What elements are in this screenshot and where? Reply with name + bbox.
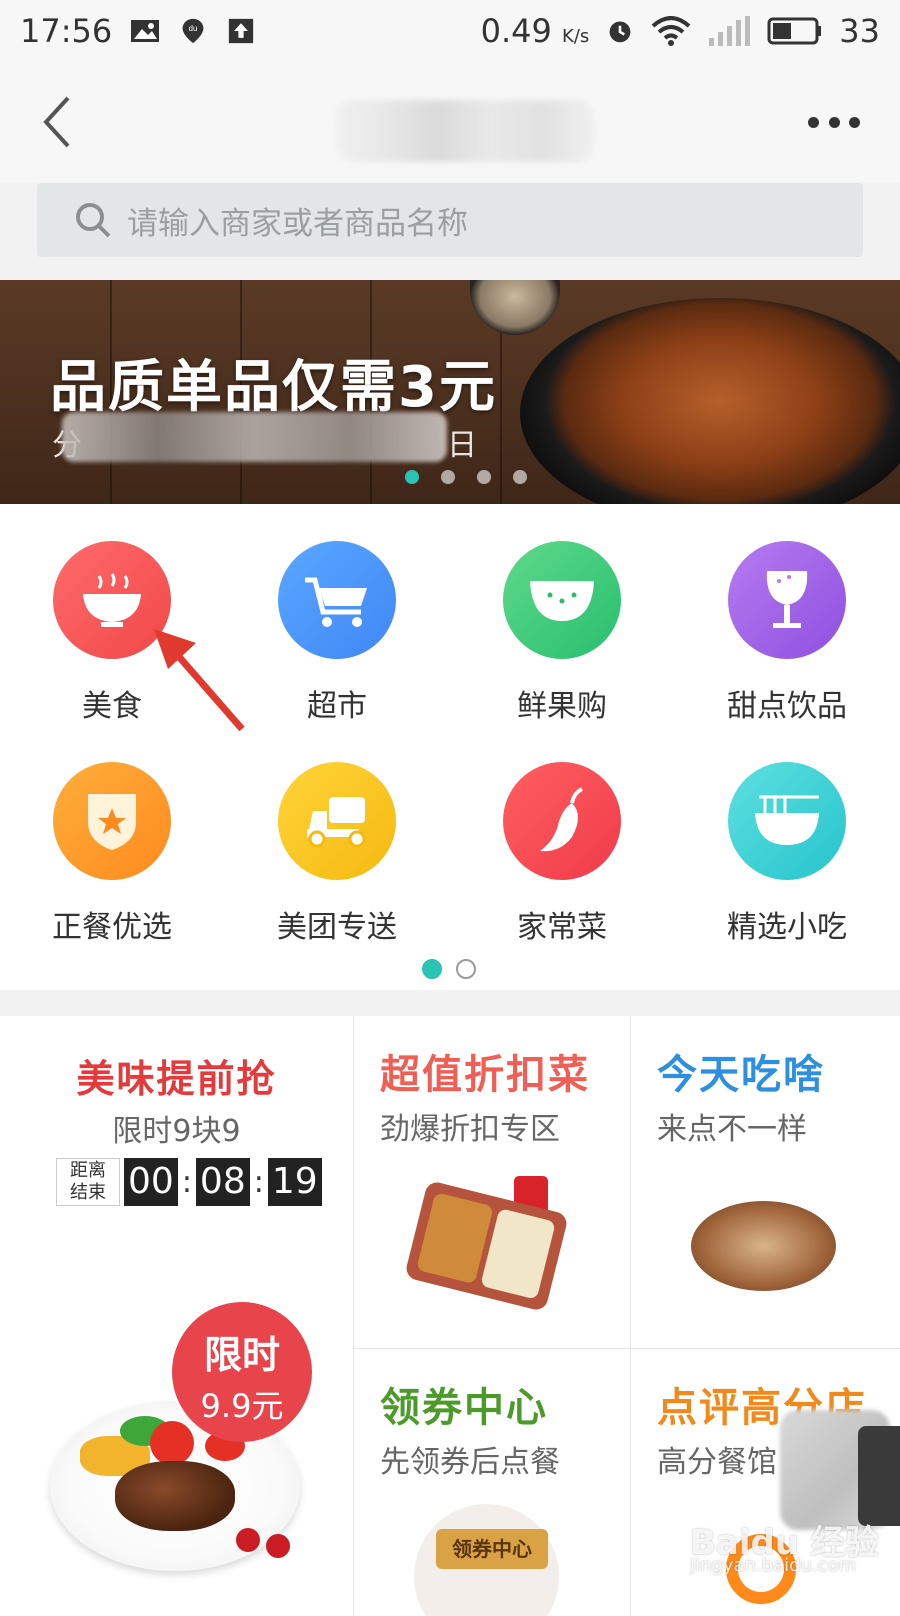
banner-pager-dot[interactable] (477, 470, 491, 484)
category-homestyle[interactable]: 家常菜 (452, 725, 672, 945)
cherry-image (266, 1534, 290, 1558)
chili-icon (540, 787, 583, 852)
bowl-icon (83, 573, 141, 627)
noodle-bowl-icon (755, 795, 819, 845)
category-label: 家常菜 (517, 910, 607, 945)
category-fruit[interactable]: 鲜果购 (452, 504, 672, 724)
cherry-image (236, 1528, 260, 1552)
tomato-image (150, 1421, 194, 1465)
countdown-separator: : (181, 1164, 192, 1200)
coupon-subtitle: 先领券后点餐 (380, 1445, 560, 1480)
search-icon (76, 203, 111, 238)
countdown-seconds: 19 (267, 1158, 322, 1206)
image-icon (131, 20, 160, 42)
countdown-label: 距离 结束 (56, 1158, 120, 1206)
today-eat-card[interactable]: 今天吃啥 来点不一样 (631, 1016, 900, 1348)
search-bar[interactable]: 请输入商家或者商品名称 (37, 183, 863, 257)
category-label: 鲜果购 (517, 689, 607, 724)
category-label: 超市 (307, 689, 367, 724)
category-icon-circle (728, 541, 846, 659)
category-icon-circle (278, 762, 396, 880)
watermelon-icon (530, 581, 594, 621)
today-title: 今天吃啥 (657, 1052, 825, 1098)
price-badge: 限时 9.9元 (172, 1302, 312, 1442)
back-button[interactable] (36, 92, 86, 152)
category-label: 精选小吃 (727, 910, 847, 945)
category-icon-circle (53, 762, 171, 880)
baidu-map-pin-icon: du (182, 18, 204, 44)
alarm-icon (609, 21, 631, 43)
scooter-icon (307, 797, 366, 848)
today-subtitle: 来点不一样 (657, 1112, 807, 1147)
category-icon-circle (503, 762, 621, 880)
coupon-tag: 领券中心 (436, 1529, 548, 1569)
discount-dishes-card[interactable]: 超值折扣菜 劲爆折扣专区 (354, 1016, 630, 1348)
flash-sale-title: 美味提前抢 (76, 1057, 277, 1101)
more-dot (849, 116, 860, 128)
annotation-arrow-icon (154, 629, 245, 732)
watermark-url: jingyan.baidu.com (690, 1555, 857, 1576)
star-shield-icon (88, 794, 136, 850)
coupon-title: 领券中心 (380, 1385, 548, 1431)
category-icon-circle (728, 762, 846, 880)
countdown-minutes: 08 (195, 1158, 250, 1206)
category-pager-dot[interactable] (422, 959, 442, 979)
rated-subtitle: 高分餐馆 (657, 1445, 777, 1480)
battery-icon (767, 17, 822, 45)
category-pager (422, 959, 476, 979)
svg-text:du: du (189, 24, 198, 33)
discount-title: 超值折扣菜 (380, 1052, 590, 1098)
banner-subtitle-redacted (62, 412, 447, 462)
coupon-center-card[interactable]: 领券中心 先领券后点餐 领券中心 (354, 1349, 630, 1616)
category-grid: 美食 超市 鲜果购 甜点饮品 正餐优选 美团专送 家常菜 精选小吃 (0, 504, 900, 990)
category-label: 正餐优选 (52, 910, 172, 945)
promo-banner[interactable]: 品质单品仅需3元 分 日 (0, 280, 900, 504)
battery-level: 33 (839, 12, 880, 50)
wine-glass-icon (766, 571, 808, 628)
cart-icon (305, 577, 367, 627)
banner-subtitle-end: 日 (447, 428, 477, 463)
nav-bar (0, 62, 900, 182)
network-speed: 0.49 K/s (480, 12, 590, 50)
status-time: 17:56 (20, 12, 113, 50)
discount-subtitle: 劲爆折扣专区 (380, 1112, 560, 1147)
countdown-hours: 00 (124, 1158, 178, 1206)
banner-title: 品质单品仅需3元 (50, 355, 497, 420)
claypot-dish-image (520, 298, 900, 504)
countdown-timer: 距离 结束 00 : 08 : 19 (56, 1158, 322, 1206)
food-platter-image (691, 1201, 836, 1291)
category-pager-dot[interactable] (456, 959, 476, 979)
category-meal[interactable]: 正餐优选 (2, 725, 222, 945)
banner-pager-dot[interactable] (441, 470, 455, 484)
flash-sale-subtitle: 限时9块9 (112, 1114, 241, 1149)
category-icon-circle (278, 541, 396, 659)
flash-sale-card[interactable]: 美味提前抢 限时9块9 距离 结束 00 : 08 : 19 限时 9.9元 (0, 1016, 353, 1600)
status-bar: 17:56 du 0.49 K/s 33 (0, 0, 900, 62)
floating-tab[interactable] (858, 1426, 900, 1526)
banner-pager-dot[interactable] (405, 470, 419, 484)
side-dish-image (470, 280, 560, 335)
category-label: 美团专送 (277, 910, 397, 945)
wifi-icon (651, 16, 691, 46)
more-button[interactable] (808, 114, 860, 130)
banner-pager (405, 470, 527, 484)
countdown-separator: : (253, 1164, 264, 1200)
category-icon-circle (503, 541, 621, 659)
category-delivery[interactable]: 美团专送 (227, 725, 447, 945)
more-dot (828, 116, 840, 128)
category-label: 甜点饮品 (727, 689, 847, 724)
more-dot (808, 116, 819, 128)
steak-image (115, 1461, 235, 1531)
category-dessert[interactable]: 甜点饮品 (677, 504, 897, 724)
page-title-redacted (335, 100, 595, 162)
signal-icon (709, 16, 751, 46)
upload-icon (229, 18, 254, 44)
category-snack[interactable]: 精选小吃 (677, 725, 897, 945)
banner-pager-dot[interactable] (513, 470, 527, 484)
category-supermarket[interactable]: 超市 (227, 504, 447, 724)
search-placeholder: 请输入商家或者商品名称 (127, 205, 468, 242)
